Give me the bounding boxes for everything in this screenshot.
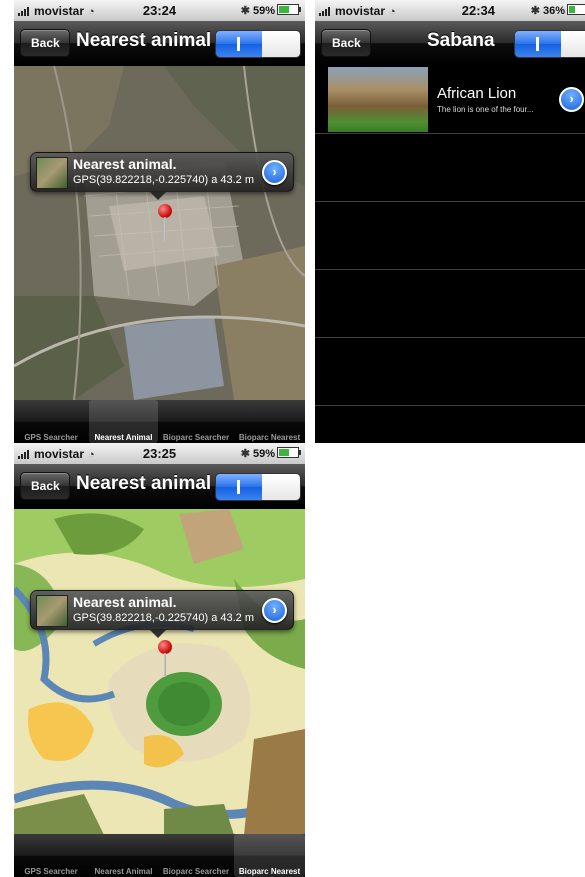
toggle-off-segment[interactable] [262, 474, 300, 500]
status-right: ✱ 59% [240, 4, 301, 17]
callout-title: Nearest animal. [73, 594, 177, 610]
status-bar: movistar ◔ 23:24 ✱ 59% [14, 0, 305, 21]
callout-title: Nearest animal. [73, 156, 177, 172]
tab-label: Bioparc Searcher [162, 433, 230, 442]
tab-label: Nearest Animal [94, 433, 153, 442]
tab-label: Bioparc Nearest [238, 433, 301, 442]
tab-nearest-animal[interactable]: Nearest Animal [89, 834, 158, 877]
map-pin-icon[interactable] [156, 640, 176, 684]
battery-percent: 59% [252, 5, 275, 17]
tab-nearest-animal[interactable]: Nearest Animal [89, 400, 158, 443]
screen-nearest-animal-parkmap: movistar ◔ 23:25 ✱ 59% Back Nearest animal [14, 443, 305, 877]
bluetooth-icon: ✱ [240, 448, 250, 460]
toggle-on-segment[interactable] [216, 31, 262, 57]
battery-icon [567, 4, 585, 15]
screen-nearest-animal-satellite: movistar ◔ 23:24 ✱ 59% Back Nearest animal [14, 0, 305, 443]
page-title: Nearest animal [76, 473, 212, 494]
tab-bioparc-nearest[interactable]: Bioparc Nearest [234, 834, 305, 877]
animal-list: African Lion The lion is one of the four… [315, 66, 585, 443]
map-type-toggle[interactable] [215, 30, 301, 58]
battery-icon [277, 4, 301, 15]
nav-bar: Back Nearest animal [14, 464, 305, 509]
status-bar: movistar ◔ 22:34 ✱ 36% [315, 0, 585, 21]
disclosure-chevron-icon[interactable]: › [559, 87, 584, 112]
nav-bar: Back Sabana [315, 21, 585, 66]
disclosure-chevron-icon[interactable]: › [262, 160, 287, 185]
battery-icon [277, 447, 301, 458]
tab-bioparc-searcher[interactable]: Bioparc Searcher [158, 400, 234, 443]
list-item-subtitle: The lion is one of the four... [437, 105, 534, 114]
clock: 22:34 [461, 3, 495, 18]
back-button[interactable]: Back [321, 29, 371, 57]
toggle-on-segment[interactable] [216, 474, 262, 500]
disclosure-chevron-icon[interactable]: › [262, 598, 287, 623]
list-item [315, 270, 585, 338]
tab-label: Nearest Animal [94, 867, 153, 876]
tab-bar: GPS Searcher Nearest Animal Bioparc Sear… [14, 400, 305, 443]
park-map[interactable]: Nearest animal. GPS(39.822218,-0.225740)… [14, 509, 305, 835]
tab-label: GPS Searcher [24, 867, 78, 876]
list-item [315, 202, 585, 270]
satellite-map[interactable]: Nearest animal. GPS(39.822218,-0.225740)… [14, 66, 305, 400]
tab-label: Bioparc Searcher [162, 867, 230, 876]
list-item [315, 338, 585, 406]
map-callout[interactable]: Nearest animal. GPS(39.822218,-0.225740)… [30, 152, 294, 200]
bluetooth-icon: ✱ [530, 5, 540, 17]
list-item-title: African Lion [437, 85, 517, 102]
tab-bioparc-nearest[interactable]: Bioparc Nearest [234, 400, 305, 443]
list-item[interactable]: African Lion The lion is one of the four… [315, 66, 585, 134]
map-pin-icon[interactable] [156, 204, 176, 248]
view-toggle[interactable] [514, 30, 585, 58]
screen-sabana-list: movistar ◔ 22:34 ✱ 36% Back Sabana African… [315, 0, 585, 443]
nav-bar: Back Nearest animal [14, 21, 305, 66]
battery-percent: 59% [252, 448, 275, 460]
toggle-off-segment[interactable] [262, 31, 300, 57]
back-button[interactable]: Back [20, 472, 70, 500]
tab-bar: GPS Searcher Nearest Animal Bioparc Sear… [14, 834, 305, 877]
callout-subtitle: GPS(39.822218,-0.225740) a 43.2 m [73, 174, 255, 186]
bluetooth-icon: ✱ [240, 5, 250, 17]
back-button[interactable]: Back [20, 29, 70, 57]
animal-thumbnail [36, 595, 68, 627]
tab-label: Bioparc Nearest [238, 867, 301, 876]
toggle-on-segment[interactable] [515, 31, 561, 57]
battery-percent: 36% [542, 5, 565, 17]
page-title: Nearest animal [76, 30, 212, 51]
animal-thumbnail [328, 67, 428, 132]
status-right: ✱ 59% [240, 447, 301, 460]
list-item [315, 134, 585, 202]
status-right: ✱ 36% [531, 4, 585, 17]
callout-subtitle: GPS(39.822218,-0.225740) a 43.2 m [73, 612, 255, 624]
page-title: Sabana [427, 30, 495, 51]
map-type-toggle[interactable] [215, 473, 301, 501]
status-bar: movistar ◔ 23:25 ✱ 59% [14, 443, 305, 464]
tab-gps-searcher[interactable]: GPS Searcher [14, 834, 88, 877]
tab-label: GPS Searcher [24, 433, 78, 442]
toggle-off-segment[interactable] [561, 31, 585, 57]
tab-bioparc-searcher[interactable]: Bioparc Searcher [158, 834, 234, 877]
animal-thumbnail [36, 157, 68, 189]
tab-gps-searcher[interactable]: GPS Searcher [14, 400, 88, 443]
map-callout[interactable]: Nearest animal. GPS(39.822218,-0.225740)… [30, 590, 294, 638]
